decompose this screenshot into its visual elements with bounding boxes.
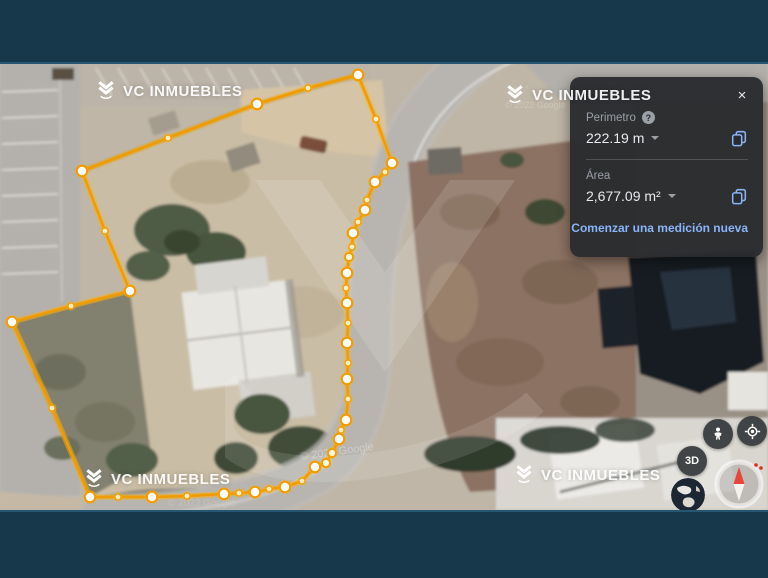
letterbox-bottom bbox=[0, 510, 768, 578]
measurement-panel: × Perimetro ? 222.19 m Área 2,677.09 m² bbox=[570, 77, 763, 257]
view-3d-button[interactable]: 3D bbox=[677, 446, 707, 476]
compass-icon bbox=[714, 459, 764, 509]
new-measurement-label: Comenzar una medición nueva bbox=[571, 221, 748, 235]
view-3d-label: 3D bbox=[684, 455, 700, 467]
panel-divider bbox=[586, 159, 748, 160]
copy-perimeter-icon[interactable] bbox=[730, 129, 748, 147]
pegman-icon bbox=[714, 427, 722, 440]
my-location-button[interactable] bbox=[737, 416, 767, 446]
close-icon[interactable]: × bbox=[733, 87, 751, 105]
perimeter-label: Perimetro bbox=[586, 111, 636, 124]
google-earth-viewport[interactable]: © 2022 Google © 2022 Google © 2022 Googl… bbox=[0, 0, 768, 578]
unit-dropdown-caret-icon[interactable] bbox=[667, 194, 676, 198]
unit-dropdown-caret-icon[interactable] bbox=[651, 136, 660, 140]
perimeter-label-row: Perimetro ? bbox=[586, 111, 748, 124]
globe-view-button[interactable] bbox=[671, 478, 705, 512]
compass-control[interactable] bbox=[713, 458, 765, 510]
my-location-icon bbox=[744, 423, 760, 439]
help-icon[interactable]: ? bbox=[641, 111, 655, 124]
area-value: 2,677.09 m² bbox=[586, 188, 661, 204]
copy-area-icon[interactable] bbox=[730, 187, 748, 205]
perimeter-value: 222.19 m bbox=[586, 130, 645, 146]
letterbox-top bbox=[0, 0, 768, 64]
globe-icon bbox=[671, 478, 705, 512]
area-label: Área bbox=[586, 170, 611, 182]
new-measurement-button[interactable]: Comenzar una medición nueva bbox=[571, 221, 748, 235]
pegman-button[interactable] bbox=[703, 419, 733, 449]
